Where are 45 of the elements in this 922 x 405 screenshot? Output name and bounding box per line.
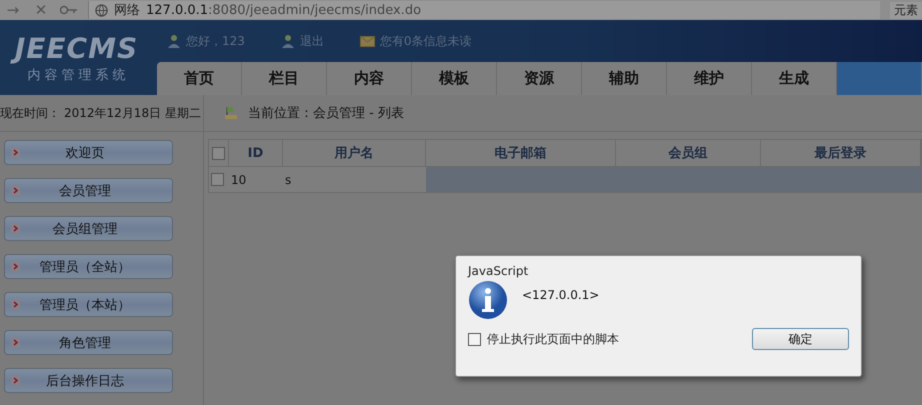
arrow-icon [11, 300, 20, 309]
logo-subtitle: 内容管理系统 [28, 66, 130, 84]
arrow-icon [11, 148, 20, 157]
arrow-icon [11, 376, 20, 385]
time-value: 2012年12月18日 星期二 [64, 104, 201, 122]
arrow-icon [11, 262, 20, 271]
dialog-title: JavaScript [468, 264, 530, 278]
time-label: 现在时间： [0, 104, 60, 122]
arrow-icon [11, 186, 20, 195]
ok-button[interactable]: 确定 [752, 328, 849, 350]
user-icon [167, 34, 181, 48]
logout-link[interactable]: 退出 [300, 32, 324, 50]
sidebar-button[interactable]: 会员组管理 [4, 216, 173, 241]
arrow-icon [11, 224, 20, 233]
greeting-text: 您好，123 [186, 32, 245, 50]
address-label: 网络 [114, 2, 140, 19]
row-checkbox[interactable] [211, 173, 224, 186]
select-all-checkbox[interactable] [212, 146, 225, 160]
logo-text: JEECMS [12, 32, 144, 66]
sidebar-button[interactable]: 会员管理 [4, 178, 173, 203]
info-icon [468, 280, 508, 320]
sidebar-button[interactable]: 后台操作日志 [4, 368, 173, 393]
dialog-message: <127.0.0.1> [522, 288, 600, 304]
address-bar[interactable]: 网络 127.0.0.1:8080/jeeadmin/jeecms/index.do [88, 1, 880, 19]
url-text: 127.0.0.1:8080/jeeadmin/jeecms/index.do [146, 2, 422, 18]
column-header: 会员组 [616, 140, 761, 167]
column-header: 最后登录 [761, 140, 921, 167]
sidebar-button[interactable]: 角色管理 [4, 330, 173, 355]
column-header: 用户名 [283, 140, 426, 167]
column-header: 电子邮箱 [426, 140, 616, 167]
sidebar-button[interactable]: 管理员（本站） [4, 292, 173, 317]
toolbar-label[interactable]: 元素 [890, 2, 922, 18]
checkbox-label: 停止执行此页面中的脚本 [487, 330, 619, 348]
stop-scripts-checkbox[interactable] [468, 332, 481, 346]
flag-icon [224, 106, 238, 120]
sidebar-button[interactable]: 欢迎页 [4, 140, 173, 165]
arrow-icon [11, 338, 20, 347]
column-header: ID [229, 140, 283, 167]
key-icon[interactable] [60, 5, 78, 15]
envelope-icon [360, 36, 375, 46]
breadcrumb: 当前位置：会员管理 - 列表 [248, 105, 404, 122]
globe-icon [95, 4, 108, 16]
sidebar-button[interactable]: 管理员（全站） [4, 254, 173, 279]
user-icon [280, 34, 295, 48]
messages-link[interactable]: 您有0条信息未读 [380, 32, 472, 50]
